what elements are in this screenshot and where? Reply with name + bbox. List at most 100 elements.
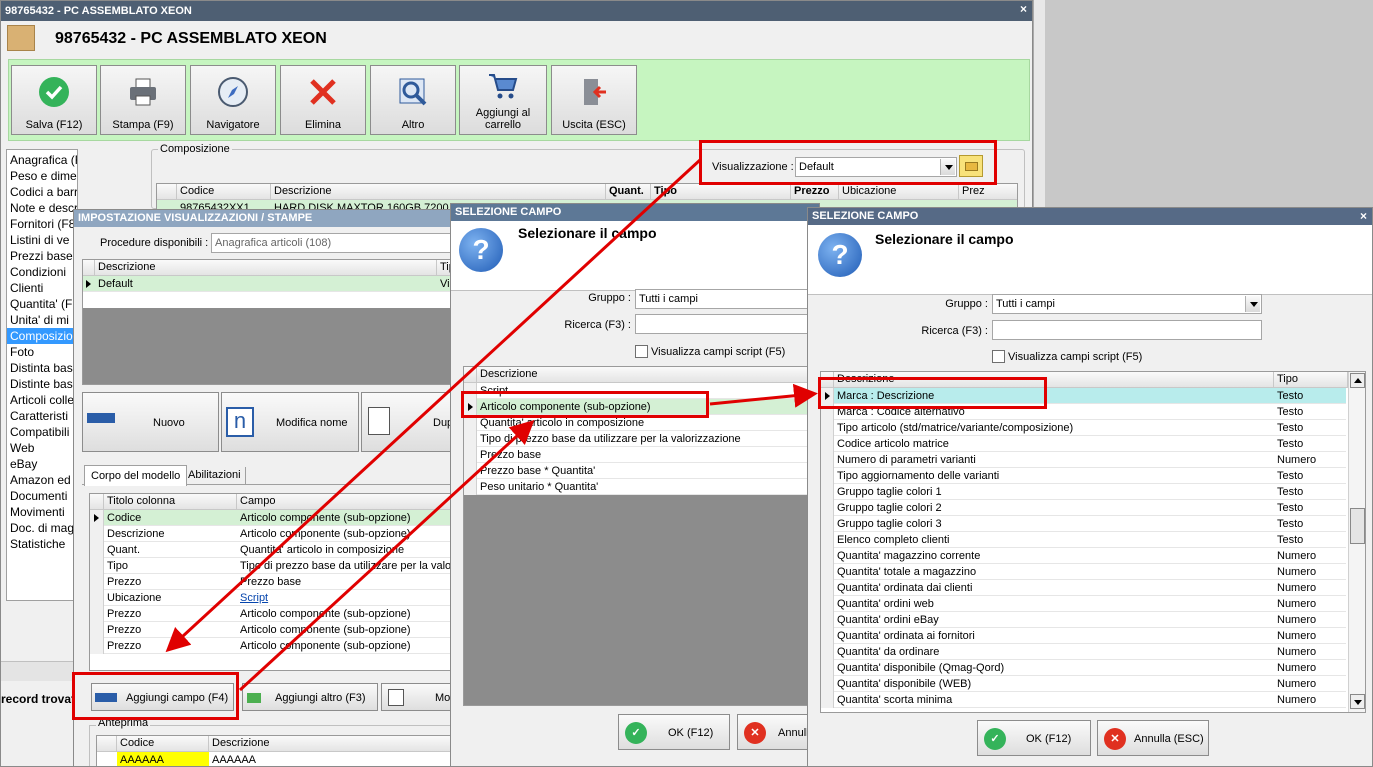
sel2-gruppo-select[interactable]: Tutti i campi xyxy=(992,294,1262,314)
visualizzazione-select[interactable]: Default xyxy=(795,157,957,177)
table-row[interactable]: Prezzo Prezzo base xyxy=(90,574,471,590)
sel2-ok-button[interactable]: ✓ OK (F12) xyxy=(977,720,1091,756)
table-row[interactable]: Ubicazione Script xyxy=(90,590,471,606)
list-item[interactable]: Quantita' ordinata ai fornitori Numero xyxy=(821,628,1346,644)
print-button[interactable]: Stampa (F9) xyxy=(100,65,186,135)
list-item[interactable]: Quantita' da ordinare Numero xyxy=(821,644,1346,660)
list-item[interactable]: Quantita' articolo in composizione xyxy=(464,415,819,431)
nav-item[interactable]: Quantita' (F xyxy=(7,296,77,312)
list-item[interactable]: Prezzo base xyxy=(464,447,819,463)
list-item[interactable]: Articolo componente (sub-opzione) xyxy=(464,399,819,415)
nav-item[interactable]: Unita' di mi xyxy=(7,312,77,328)
tab-corpo[interactable]: Corpo del modello xyxy=(84,465,188,486)
nav-item[interactable]: Amazon ed xyxy=(7,472,77,488)
nav-item[interactable]: Prezzi base xyxy=(7,248,77,264)
other-button[interactable]: Altro xyxy=(370,65,456,135)
nav-item[interactable]: Statistiche xyxy=(7,536,77,552)
list-item[interactable]: Codice articolo matrice Testo xyxy=(821,436,1346,452)
list-item[interactable]: Quantita' ordinata dai clienti Numero xyxy=(821,580,1346,596)
list-item[interactable]: Tipo articolo (std/matrice/variante/comp… xyxy=(821,420,1346,436)
nav-item[interactable]: Foto xyxy=(7,344,77,360)
procedure-field[interactable]: Anagrafica articoli (108) xyxy=(211,233,471,253)
table-row[interactable]: Prezzo Articolo componente (sub-opzione) xyxy=(90,622,471,638)
nav-item[interactable]: Clienti xyxy=(7,280,77,296)
nav-item[interactable]: Distinte bas xyxy=(7,376,77,392)
scroll-down-icon[interactable] xyxy=(1350,694,1365,709)
sel2-script-checkbox[interactable] xyxy=(992,350,1005,363)
sel1-gruppo-select[interactable]: Tutti i campi xyxy=(635,289,819,309)
sel1-script-checkbox[interactable] xyxy=(635,345,648,358)
sel2-close-button[interactable]: × xyxy=(1360,209,1367,223)
save-button[interactable]: Salva (F12) xyxy=(11,65,97,135)
list-item[interactable]: Script xyxy=(464,383,819,399)
nav-item[interactable]: Documenti xyxy=(7,488,77,504)
list-item[interactable]: Quantita' totale a magazzino Numero xyxy=(821,564,1346,580)
table-row[interactable]: Default Vis xyxy=(83,276,471,292)
list-item[interactable]: Numero di parametri varianti Numero xyxy=(821,452,1346,468)
list-item[interactable]: Marca : Codice alternativo Testo xyxy=(821,404,1346,420)
chevron-down-icon[interactable] xyxy=(1245,296,1260,312)
list-item[interactable]: Gruppo taglie colori 3 Testo xyxy=(821,516,1346,532)
list-item[interactable]: Prezzo base * Quantita' xyxy=(464,463,819,479)
list-item[interactable]: Quantita' magazzino corrente Numero xyxy=(821,548,1346,564)
nav-item-selected[interactable]: Composizio xyxy=(7,328,77,344)
list-item[interactable]: Gruppo taglie colori 1 Testo xyxy=(821,484,1346,500)
nav-item[interactable]: Web xyxy=(7,440,77,456)
sel1-ok-button[interactable]: ✓ OK (F12) xyxy=(618,714,730,750)
exit-label: Uscita (ESC) xyxy=(562,119,626,131)
nav-item[interactable]: Anagrafica (F5) xyxy=(7,152,77,168)
cell-campo[interactable]: Script xyxy=(240,590,470,606)
folder-button[interactable] xyxy=(959,155,983,177)
list-item[interactable]: Tipo aggiornamento delle varianti Testo xyxy=(821,468,1346,484)
sel2-cancel-button[interactable]: ✕ Annulla (ESC) xyxy=(1097,720,1209,756)
list-item[interactable]: Quantita' disponibile (Qmag-Qord) Numero xyxy=(821,660,1346,676)
row-indicator xyxy=(821,660,834,676)
nav-item[interactable]: Caratteristi xyxy=(7,408,77,424)
table-row[interactable]: Tipo Tipo di prezzo base da utilizzare pe… xyxy=(90,558,471,574)
table-row[interactable]: AAAAAA AAAAAA xyxy=(97,752,471,766)
new-button[interactable]: Nuovo xyxy=(82,392,219,452)
add-field-button[interactable]: Aggiungi campo (F4) xyxy=(91,683,234,711)
list-item[interactable]: Quantita' scorta minima Numero xyxy=(821,692,1346,708)
list-item[interactable]: Marca : Descrizione Testo xyxy=(821,388,1346,404)
nav-item[interactable]: Fornitori (F8) xyxy=(7,216,77,232)
table-row[interactable]: Quant. Quantita' articolo in composizione xyxy=(90,542,471,558)
delete-button[interactable]: Elimina xyxy=(280,65,366,135)
nav-item[interactable]: Compatibili xyxy=(7,424,77,440)
add-other-button[interactable]: Aggiungi altro (F3) xyxy=(242,683,378,711)
nav-item[interactable]: eBay xyxy=(7,456,77,472)
add-to-cart-button[interactable]: Aggiungi al carrello xyxy=(459,65,547,135)
nav-item[interactable]: Listini di ve xyxy=(7,232,77,248)
nav-item[interactable]: Codici a barre xyxy=(7,184,77,200)
nav-item[interactable]: Note e descrizioni xyxy=(7,200,77,216)
nav-item[interactable]: Articoli colle xyxy=(7,392,77,408)
nav-item[interactable]: Distinta bas xyxy=(7,360,77,376)
list-item[interactable]: Gruppo taglie colori 2 Testo xyxy=(821,500,1346,516)
exit-button[interactable]: Uscita (ESC) xyxy=(551,65,637,135)
table-row[interactable]: Codice Articolo componente (sub-opzione) xyxy=(90,510,471,526)
impostazione-title-bar: IMPOSTAZIONE VISUALIZZAZIONI / STAMPE xyxy=(74,210,472,227)
list-item[interactable]: Elenco completo clienti Testo xyxy=(821,532,1346,548)
vertical-scrollbar[interactable] xyxy=(1348,372,1365,712)
nav-item[interactable]: Movimenti xyxy=(7,504,77,520)
list-item[interactable]: Quantita' ordini eBay Numero xyxy=(821,612,1346,628)
chevron-down-icon[interactable] xyxy=(940,159,955,175)
tab-abilitazioni[interactable]: Abilitazioni xyxy=(184,467,246,485)
nav-item[interactable]: Peso e dimensioni xyxy=(7,168,77,184)
sel1-search-input[interactable] xyxy=(635,314,819,334)
main-close-button[interactable]: × xyxy=(1020,2,1027,16)
scroll-up-icon[interactable] xyxy=(1350,373,1365,388)
list-item[interactable]: Quantita' ordini web Numero xyxy=(821,596,1346,612)
table-row[interactable]: Descrizione Articolo componente (sub-opzi… xyxy=(90,526,471,542)
sel2-search-input[interactable] xyxy=(992,320,1262,340)
list-item[interactable]: Peso unitario * Quantita' xyxy=(464,479,819,495)
nav-item[interactable]: Doc. di mag xyxy=(7,520,77,536)
navigator-button[interactable]: Navigatore xyxy=(190,65,276,135)
nav-item[interactable]: Condizioni xyxy=(7,264,77,280)
table-row[interactable]: Prezzo Articolo componente (sub-opzione) xyxy=(90,638,471,654)
list-item[interactable]: Tipo di prezzo base da utilizzare per la… xyxy=(464,431,819,447)
scroll-thumb[interactable] xyxy=(1350,508,1365,544)
list-item[interactable]: Quantita' disponibile (WEB) Numero xyxy=(821,676,1346,692)
rename-button[interactable]: n Modifica nome xyxy=(221,392,359,452)
table-row[interactable]: Prezzo Articolo componente (sub-opzione) xyxy=(90,606,471,622)
